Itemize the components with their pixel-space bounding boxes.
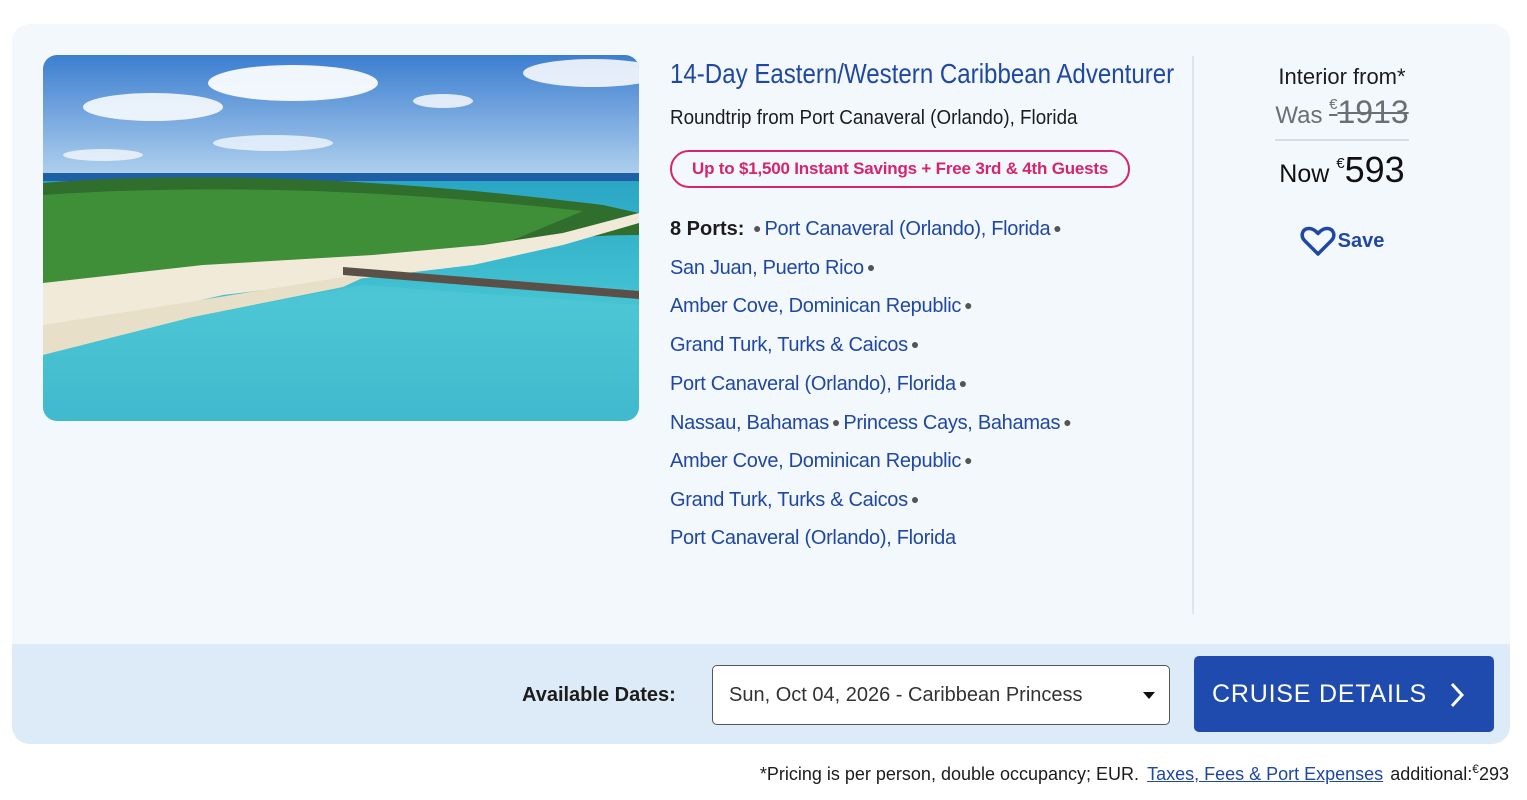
price-panel: Interior from* Was €1913 Now €593 Save: [1247, 64, 1437, 262]
now-amount: €593: [1336, 149, 1404, 190]
was-price: Was €1913: [1247, 94, 1437, 131]
bullet: ●: [910, 490, 920, 507]
pricing-disclaimer: *Pricing is per person, double occupancy…: [760, 762, 1509, 785]
port-link[interactable]: Port Canaveral (Orlando), Florida: [670, 527, 956, 549]
heart-icon: [1300, 226, 1336, 256]
promo-badge: Up to $1,500 Instant Savings + Free 3rd …: [670, 150, 1131, 188]
bullet: ●: [964, 452, 973, 469]
cruise-details-label: CRUISE DETAILS: [1212, 680, 1427, 708]
bullet: ●: [958, 374, 968, 391]
selected-date: Sun, Oct 04, 2026 - Caribbean Princess: [729, 684, 1083, 706]
bullet: ●: [753, 220, 762, 236]
available-dates-label: Available Dates:: [522, 684, 676, 706]
port-link[interactable]: Princess Cays, Bahamas: [843, 412, 1060, 434]
price-divider: [1275, 139, 1409, 141]
save-button[interactable]: Save: [1300, 225, 1385, 257]
port-link[interactable]: Grand Turk, Turks & Caicos: [670, 489, 908, 511]
available-dates-bar: Available Dates: Sun, Oct 04, 2026 - Car…: [12, 644, 1510, 744]
currency-symbol: €: [1336, 155, 1345, 172]
was-value: 1913: [1337, 94, 1409, 130]
port-link[interactable]: Grand Turk, Turks & Caicos: [670, 334, 908, 356]
ports-label: 8 Ports:: [670, 218, 745, 240]
disclaimer-suffix: additional:: [1390, 764, 1473, 784]
port-link[interactable]: San Juan, Puerto Rico: [670, 257, 864, 279]
bullet: ●: [964, 297, 973, 314]
caret-down-icon: [1143, 692, 1155, 699]
date-select[interactable]: Sun, Oct 04, 2026 - Caribbean Princess: [712, 665, 1170, 725]
interior-from-label: Interior from*: [1278, 64, 1406, 89]
bullet: ●: [831, 413, 841, 430]
bullet: ●: [1053, 220, 1062, 236]
bullet: ●: [866, 258, 876, 275]
disclaimer-text: *Pricing is per person, double occupancy…: [759, 764, 1140, 784]
currency-symbol: €: [1472, 762, 1479, 776]
roundtrip-text: Roundtrip from Port Canaveral (Orlando),…: [670, 107, 1078, 129]
now-label: Now: [1279, 160, 1330, 188]
taxes-fees-link[interactable]: Taxes, Fees & Port Expenses: [1147, 764, 1383, 784]
cruise-hero-image[interactable]: [43, 55, 639, 421]
cruise-title[interactable]: 14-Day Eastern/Western Caribbean Adventu…: [670, 54, 1186, 93]
cruise-details-button[interactable]: CRUISE DETAILS: [1194, 656, 1494, 732]
bullet: ●: [910, 336, 920, 353]
was-amount: €1913: [1329, 94, 1409, 130]
port-link[interactable]: Nassau, Bahamas: [670, 412, 829, 434]
ports-list: 8 Ports: ● Port Canaveral (Orlando), Flor…: [670, 210, 1210, 557]
port-link[interactable]: Port Canaveral (Orlando), Florida: [670, 373, 956, 395]
now-value: 593: [1344, 149, 1405, 190]
beach-island-photo: [43, 55, 639, 421]
bullet: ●: [1063, 413, 1072, 430]
save-label: Save: [1337, 229, 1385, 252]
now-price: Now €593: [1247, 149, 1437, 191]
port-link[interactable]: Amber Cove, Dominican Republic: [670, 450, 961, 472]
was-label: Was: [1275, 102, 1323, 129]
cruise-card: 14-Day Eastern/Western Caribbean Adventu…: [12, 24, 1510, 744]
taxes-amount: 293: [1478, 764, 1509, 784]
column-divider: [1192, 56, 1194, 614]
chevron-right-icon: [1450, 682, 1464, 708]
port-link[interactable]: Amber Cove, Dominican Republic: [670, 295, 961, 317]
port-link[interactable]: Port Canaveral (Orlando), Florida: [765, 218, 1051, 240]
cruise-info: 14-Day Eastern/Western Caribbean Adventu…: [670, 54, 1190, 557]
